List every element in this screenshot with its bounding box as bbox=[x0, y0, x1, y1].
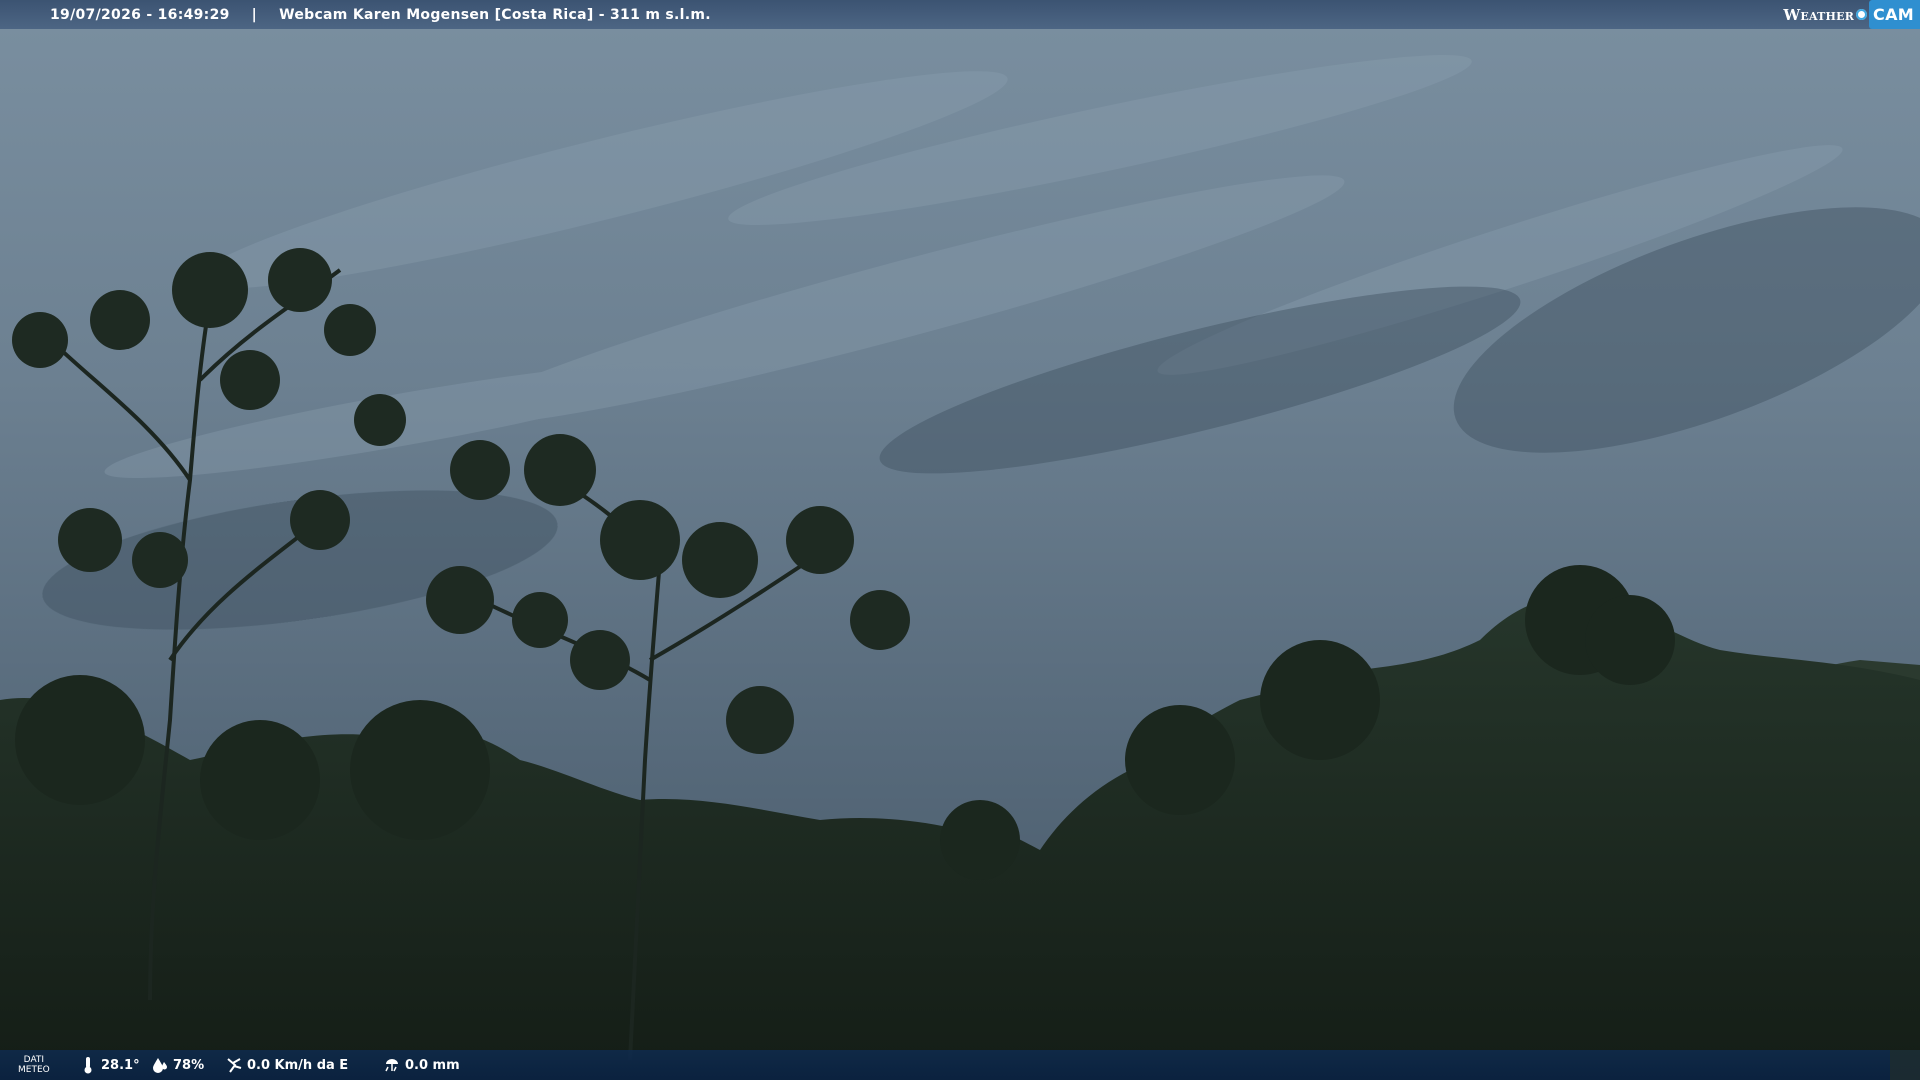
logo-text-weather: Weather bbox=[1783, 5, 1855, 24]
rain-reading: 0.0 mm bbox=[384, 1050, 460, 1080]
weather-data-label: DATI METEO bbox=[18, 1055, 50, 1075]
logo-dot-icon bbox=[1856, 9, 1868, 20]
weather-data-bar: DATI METEO 28.1° 78% 0.0 Km/h da E 0.0 m… bbox=[0, 1050, 1890, 1080]
weathercam-logo: Weather CAM bbox=[1783, 0, 1920, 29]
rain-value: 0.0 mm bbox=[405, 1057, 460, 1073]
humidity-drop-icon bbox=[153, 1058, 167, 1073]
top-info-bar: 19/07/2026 - 16:49:29 | Webcam Karen Mog… bbox=[0, 0, 1920, 29]
humidity-value: 78% bbox=[173, 1057, 205, 1073]
webcam-scene bbox=[0, 0, 1920, 1080]
thermometer-icon bbox=[84, 1057, 92, 1074]
separator: | bbox=[251, 6, 258, 23]
wind-icon bbox=[227, 1058, 242, 1073]
humidity-reading: 78% bbox=[152, 1050, 204, 1080]
bottom-bar-endcap bbox=[1890, 1050, 1920, 1080]
temperature-value: 28.1° bbox=[101, 1057, 140, 1073]
timestamp: 19/07/2026 - 16:49:29 bbox=[50, 6, 230, 23]
rain-icon bbox=[385, 1059, 398, 1072]
logo-text-cam: CAM bbox=[1869, 0, 1920, 29]
wind-reading: 0.0 Km/h da E bbox=[226, 1050, 348, 1080]
temperature-reading: 28.1° bbox=[80, 1050, 140, 1080]
webcam-title: Webcam Karen Mogensen [Costa Rica] - 311… bbox=[279, 6, 711, 23]
wind-value: 0.0 Km/h da E bbox=[247, 1057, 349, 1073]
